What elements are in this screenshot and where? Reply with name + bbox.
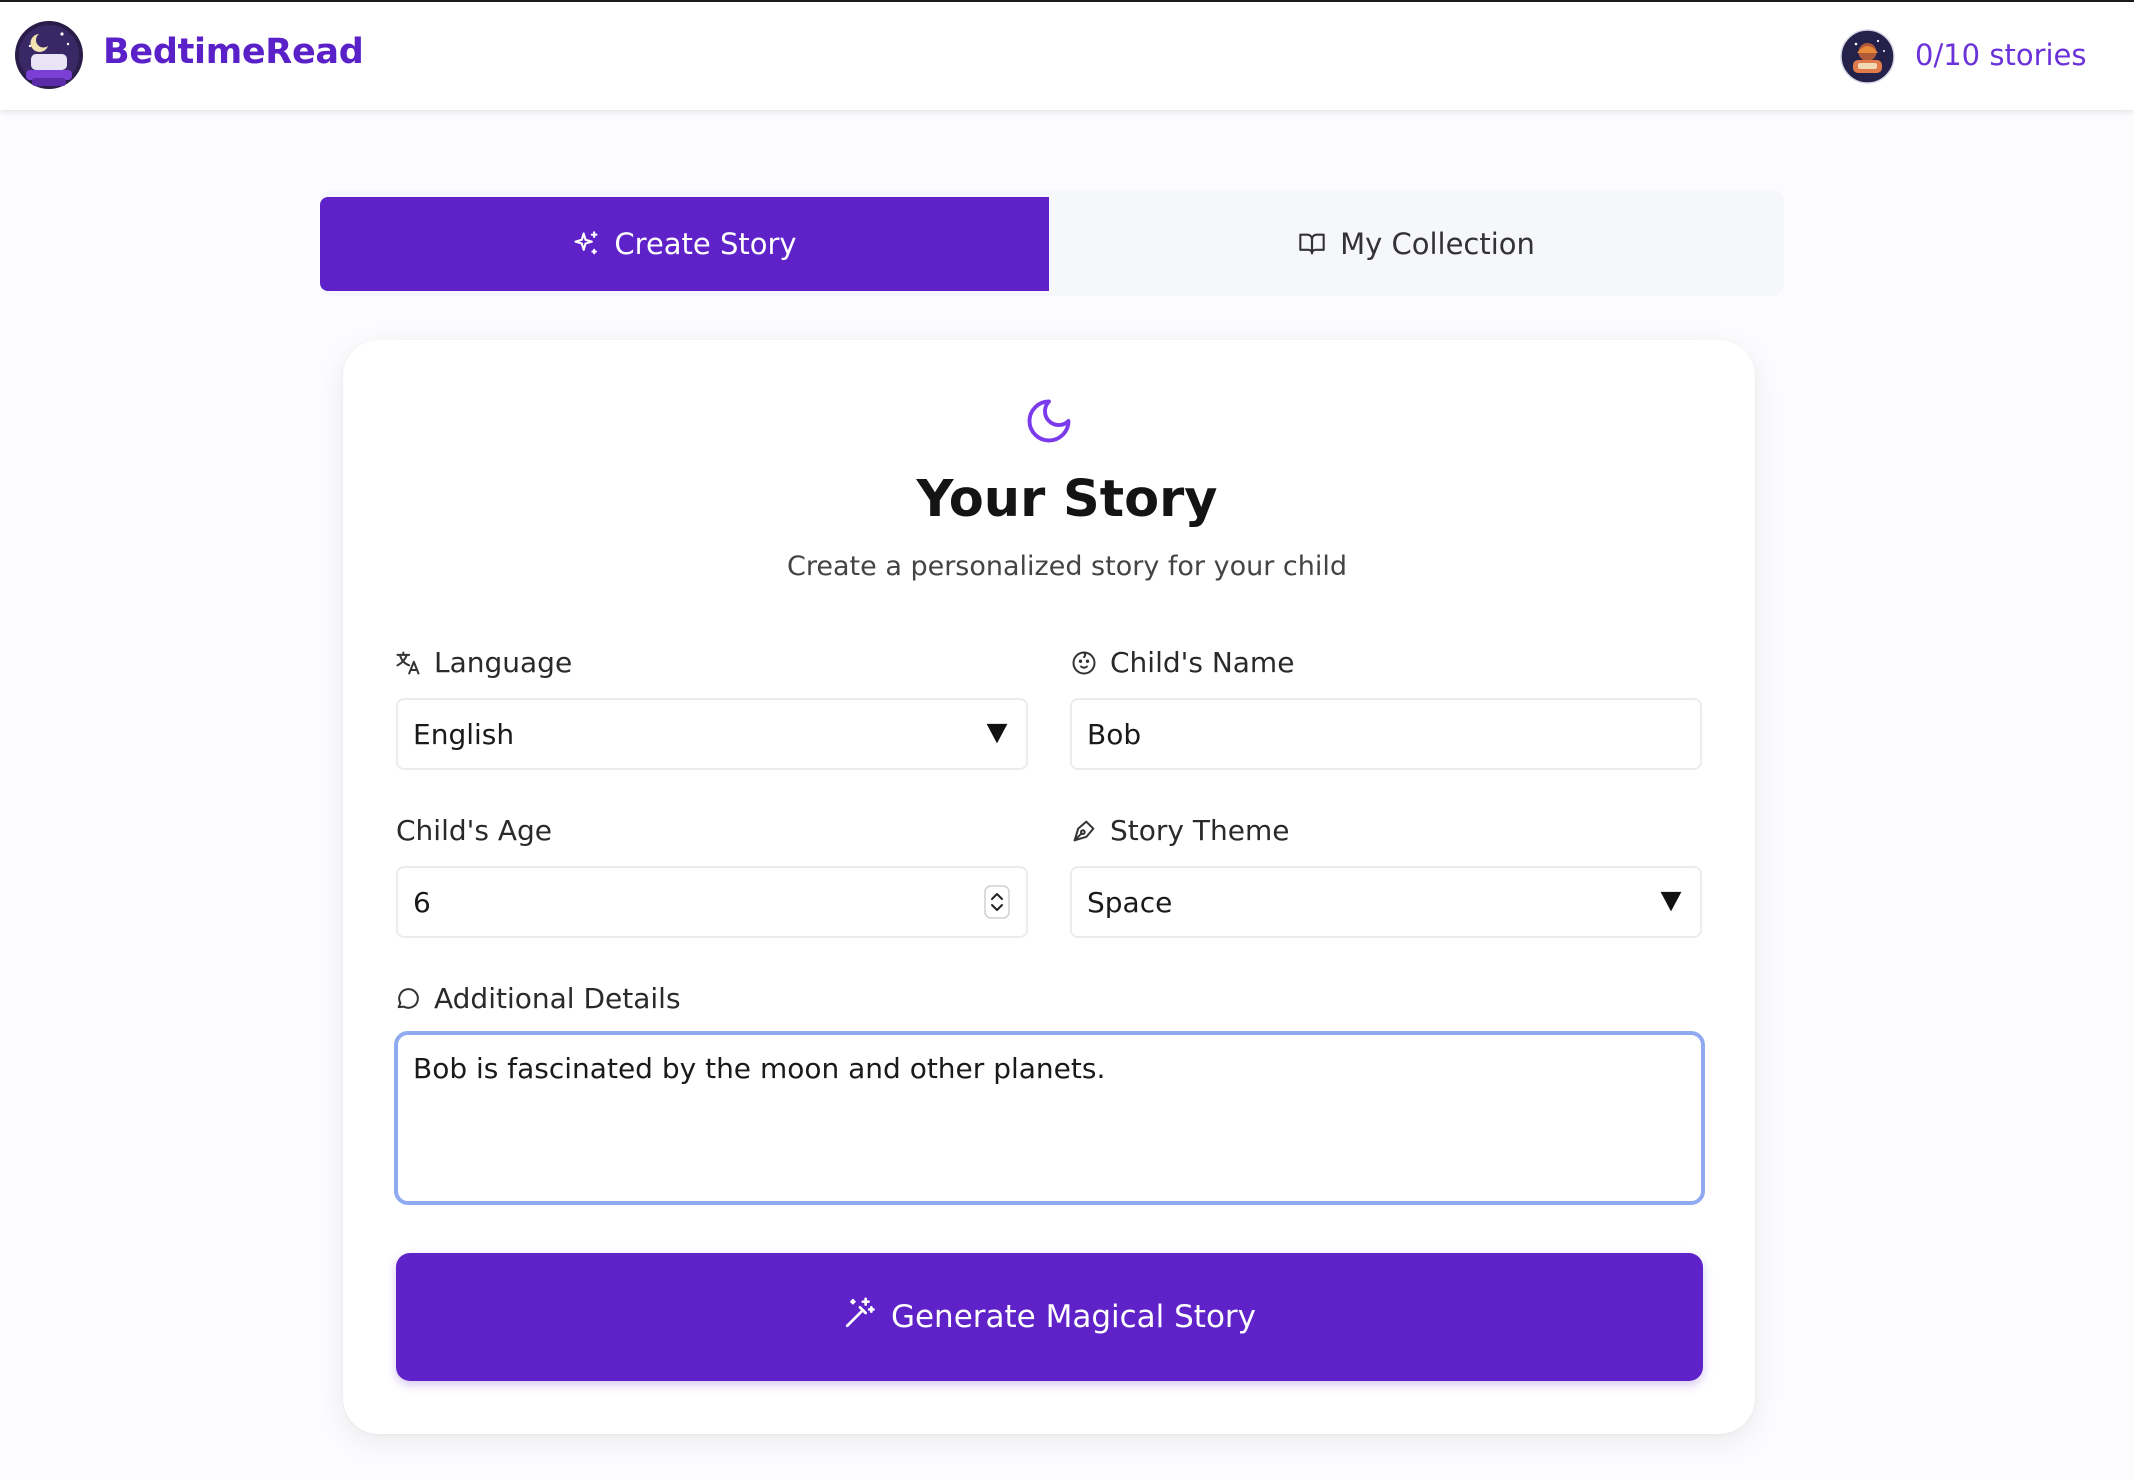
language-select[interactable]: English (396, 698, 1028, 770)
baby-face-icon (1070, 649, 1098, 677)
form-subtitle: Create a personalized story for your chi… (787, 551, 1347, 582)
tab-create-story[interactable]: Create Story (320, 197, 1049, 291)
child-age-label: Child's Age (396, 814, 552, 847)
story-theme-select[interactable]: Space (1070, 866, 1702, 938)
moon-icon (1023, 395, 1075, 447)
translate-icon (394, 649, 422, 677)
tab-bar: Create Story My Collection (320, 190, 1784, 296)
language-label: Language (394, 646, 572, 679)
child-name-label: Child's Name (1070, 646, 1294, 679)
story-quota: 0/10 stories (1915, 38, 2087, 72)
story-theme-label: Story Theme (1070, 814, 1289, 847)
caret-down-icon (1658, 888, 1684, 914)
app-header: BedtimeRead 0/10 stories (0, 0, 2134, 110)
form-title: Your Story (916, 470, 1218, 529)
number-stepper-icon[interactable] (984, 885, 1010, 919)
user-avatar-icon[interactable] (1840, 29, 1895, 84)
generate-story-button[interactable]: Generate Magical Story (396, 1253, 1703, 1381)
moon-pillow-logo-icon[interactable] (14, 20, 84, 90)
child-age-input[interactable]: 6 (396, 866, 1028, 938)
speech-bubble-icon (394, 985, 422, 1013)
magic-wand-icon (843, 1296, 877, 1338)
details-textarea[interactable]: Bob is fascinated by the moon and other … (394, 1031, 1705, 1205)
sparkles-icon (572, 230, 600, 258)
tab-my-collection[interactable]: My Collection (1049, 197, 1784, 291)
brand-name[interactable]: BedtimeRead (103, 32, 364, 72)
child-name-input[interactable]: Bob (1070, 698, 1702, 770)
generate-button-label: Generate Magical Story (890, 1299, 1257, 1335)
details-label: Additional Details (394, 982, 681, 1015)
caret-down-icon (984, 720, 1010, 746)
tab-collection-label: My Collection (1340, 227, 1535, 261)
tab-create-label: Create Story (614, 227, 797, 261)
pen-tool-icon (1070, 817, 1098, 845)
book-open-icon (1298, 230, 1326, 258)
